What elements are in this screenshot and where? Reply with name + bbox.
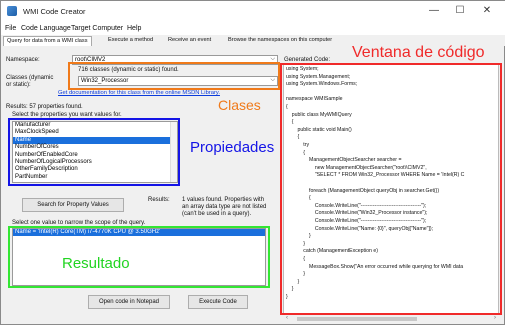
msdn-doc-link[interactable]: Get documentation for this class from th… xyxy=(58,90,220,96)
open-in-notepad-button[interactable]: Open code in Notepad xyxy=(88,295,170,309)
menu-bar: File Code Language Target Computer Help xyxy=(1,23,505,35)
annotation-code-window: Ventana de código xyxy=(352,44,485,61)
results-label: Results: 57 properties found. xyxy=(6,104,83,110)
code-window-highlight-box xyxy=(280,63,502,315)
classes-highlight-box xyxy=(68,62,280,90)
search-property-values-button[interactable]: Search for Property Values xyxy=(22,198,124,212)
properties-highlight-box xyxy=(8,118,180,186)
menu-code-language[interactable]: Code Language xyxy=(21,25,71,32)
menu-help[interactable]: Help xyxy=(127,25,141,32)
tab-browse-namespaces[interactable]: Browse the namespaces on this computer xyxy=(225,36,335,46)
results2-text-2: an array data type are not listed xyxy=(182,204,267,210)
tab-query[interactable]: Query for data from a WMI class xyxy=(3,36,92,46)
annotation-result: Resultado xyxy=(62,255,130,272)
scroll-thumb[interactable] xyxy=(297,317,417,321)
menu-target-computer[interactable]: Target Computer xyxy=(71,25,123,32)
tab-execute-method[interactable]: Execute a method xyxy=(105,36,156,46)
code-horizontal-scrollbar[interactable]: ‹ › xyxy=(283,314,499,322)
results2-label: Results: xyxy=(148,197,170,203)
classes-label-2: or static): xyxy=(6,82,31,88)
menu-file[interactable]: File xyxy=(5,25,16,32)
minimize-button[interactable]: — xyxy=(423,4,445,18)
annotation-properties: Propiedades xyxy=(190,139,275,156)
execute-code-button[interactable]: Execute Code xyxy=(188,295,248,309)
classes-label: Classes (dynamic xyxy=(6,75,54,81)
title-bar: WMI Code Creator — ☐ ✕ xyxy=(1,1,505,23)
results2-text-3: (can't be used in a query). xyxy=(182,211,252,217)
annotation-classes: Clases xyxy=(218,97,261,113)
result-highlight-box xyxy=(8,226,270,288)
scroll-right-icon[interactable]: › xyxy=(494,315,496,321)
scroll-left-icon[interactable]: ‹ xyxy=(286,315,288,321)
window-title: WMI Code Creator xyxy=(23,7,86,16)
results2-text-1: 1 values found. Properties with xyxy=(182,197,265,203)
app-icon xyxy=(7,6,17,16)
close-button[interactable]: ✕ xyxy=(476,4,498,18)
namespace-label: Namespace: xyxy=(6,57,40,63)
tab-receive-event[interactable]: Receive an event xyxy=(165,36,214,46)
maximize-button[interactable]: ☐ xyxy=(449,4,471,18)
